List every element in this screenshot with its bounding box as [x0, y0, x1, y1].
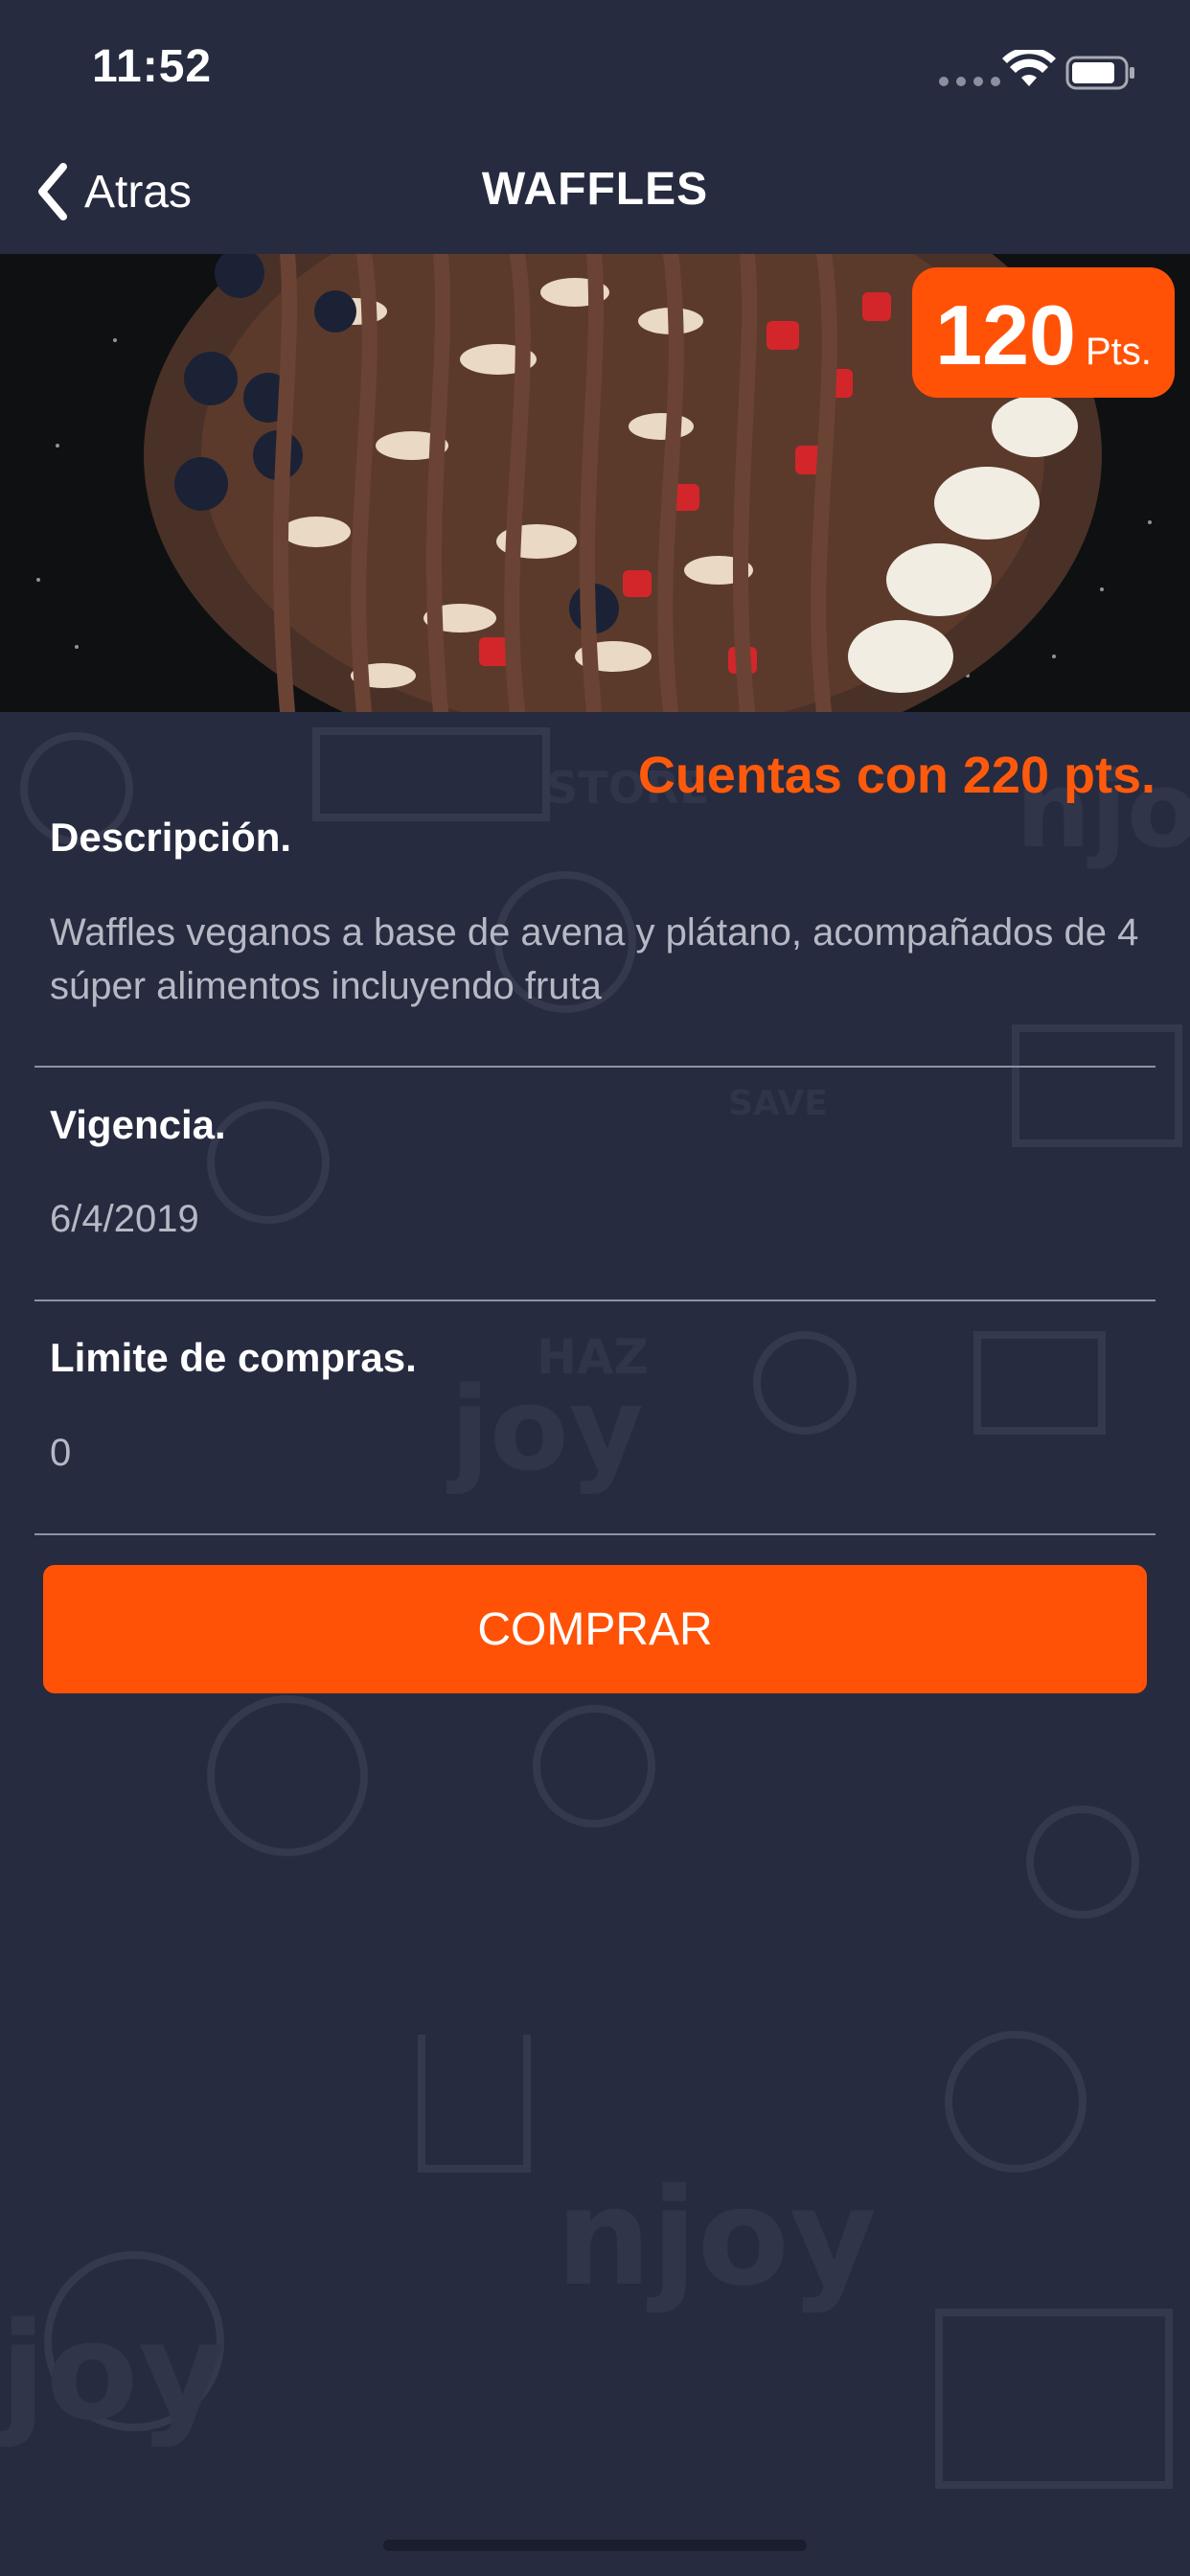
page-title: WAFFLES — [481, 164, 709, 215]
points-unit: Pts. — [1085, 331, 1152, 373]
validity-date: 6/4/2019 — [50, 1198, 199, 1240]
points-balance: Cuentas con 220 pts. — [637, 747, 1156, 804]
wifi-icon — [1002, 50, 1056, 86]
purchase-limit-title: Limite de compras. — [50, 1335, 417, 1380]
divider — [34, 1066, 1156, 1068]
description-text: Waffles veganos a base de avena y plátan… — [50, 911, 1139, 1007]
points-value: 120 — [935, 288, 1076, 382]
status-time: 11:52 — [92, 41, 213, 92]
points-badge: 120 Pts. — [912, 267, 1175, 398]
validity-title: Vigencia. — [50, 1102, 226, 1147]
status-bar: 11:52 — [0, 0, 1190, 144]
home-indicator — [383, 2540, 807, 2551]
battery-icon — [1065, 56, 1134, 90]
pattern-njoy-lower: njoy — [556, 2160, 877, 2316]
product-image: 120 Pts. — [0, 254, 1190, 712]
buy-button[interactable]: COMPRAR — [43, 1565, 1147, 1693]
navigation-bar: Atras WAFFLES — [0, 144, 1190, 254]
divider — [34, 1533, 1156, 1535]
description-title: Descripción. — [50, 815, 292, 860]
pattern-joy: joy — [446, 1364, 644, 1497]
divider — [34, 1300, 1156, 1301]
cellular-signal-icon — [939, 77, 1000, 86]
pattern-joy-bottom: joy — [0, 2294, 225, 2450]
pattern-save: SAVE — [728, 1084, 828, 1123]
purchase-limit-value: 0 — [50, 1432, 72, 1474]
